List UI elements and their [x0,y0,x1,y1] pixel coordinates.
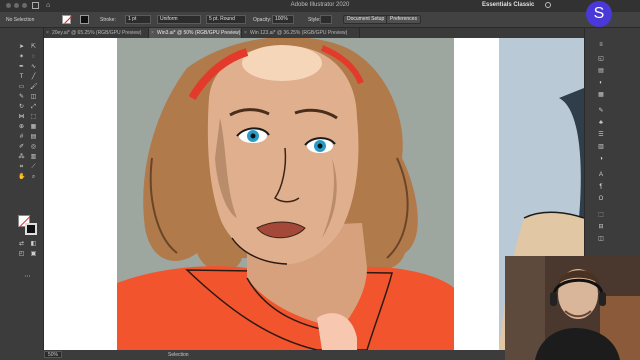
free-transform-tool-icon[interactable]: ⬚ [30,114,37,121]
mesh-tool-icon[interactable]: # [18,134,25,141]
status-mode-label[interactable]: Selection [168,352,189,358]
edit-toolbar-icon[interactable]: ⋯ [24,274,31,281]
opacity-label: Opacity: [253,17,272,23]
tools-panel: ➤ ⇱ ✶ ◌ ✒ ∿ T ╱ ▭ 🖌 ✎ ◫ ↻ ⤢ ⋈ ⬚ ⊕ ▦ # ▤ … [0,28,44,350]
document-tabs: × 20ey.ai* @ 65.25% (RGB/GPU Preview) × Wi… [44,28,584,38]
gradient-tool-icon[interactable]: ▤ [30,134,37,141]
line-tool-icon[interactable]: ╱ [30,74,37,81]
webcam-overlay [505,256,640,360]
lasso-tool-icon[interactable]: ◌ [30,54,37,61]
stroke-swatch[interactable] [80,15,89,24]
zoom-level-field[interactable]: 50% [44,351,63,358]
transform-panel-icon[interactable]: ⬚ [597,212,605,219]
screen-mode-icon[interactable]: ▣ [30,251,37,258]
rectangle-tool-icon[interactable]: ▭ [18,84,25,91]
close-tab-icon[interactable]: × [244,30,247,36]
column-graph-tool-icon[interactable]: ▥ [30,154,37,161]
scale-tool-icon[interactable]: ⤢ [30,104,37,111]
character-panel-icon[interactable]: A [597,172,605,179]
tab-document-3[interactable]: × Win 123.ai* @ 36.25% (RGB/GPU Preview) [242,28,360,38]
user-avatar[interactable]: S [586,1,612,27]
search-icon[interactable] [545,2,551,8]
window-title: Adobe Illustrator 2020 [290,2,350,8]
close-tab-icon[interactable]: × [151,30,154,36]
transparency-panel-icon[interactable]: ◑ [597,156,605,163]
align-panel-icon[interactable]: ⊟ [597,224,605,231]
tab-document-1[interactable]: × 20ey.ai* @ 65.25% (RGB/GPU Preview) [44,28,149,38]
eyedropper-tool-icon[interactable]: ✐ [18,144,25,151]
symbols-panel-icon[interactable]: ♣ [597,120,605,127]
libraries-panel-icon[interactable]: ▤ [597,68,605,75]
shaper-tool-icon[interactable]: ✎ [18,94,25,101]
pathfinder-panel-icon[interactable]: ◫ [597,236,605,243]
curvature-tool-icon[interactable]: ∿ [30,64,37,71]
hand-tool-icon[interactable]: ✋ [18,174,25,181]
preferences-button[interactable]: Preferences [386,15,421,24]
fill-swatch[interactable] [62,15,71,24]
draw-mode-icon[interactable]: ◰ [18,251,25,258]
graphic-style-select[interactable] [320,15,332,24]
brushes-panel-icon[interactable]: ✎ [597,108,605,115]
layers-panel-icon[interactable]: ◱ [597,56,605,63]
perspective-grid-tool-icon[interactable]: ▦ [30,124,37,131]
toolbar-stroke-swatch[interactable] [25,223,37,235]
swap-fill-stroke-icon[interactable]: ⇄ [18,241,25,248]
shape-builder-tool-icon[interactable]: ⊕ [18,124,25,131]
selection-tool-icon[interactable]: ➤ [18,44,25,51]
selection-status: No Selection [6,17,35,23]
portrait-illustration [117,38,454,350]
swatches-panel-icon[interactable]: ▦ [597,92,605,99]
stroke-weight-field[interactable]: 1 pt [125,15,151,24]
canvas-pasteboard[interactable] [44,38,584,350]
pen-tool-icon[interactable]: ✒ [18,64,25,71]
rotate-tool-icon[interactable]: ↻ [18,104,25,111]
artboard[interactable] [117,38,454,350]
opentype-panel-icon[interactable]: O [597,196,605,203]
default-colors-icon[interactable]: ◧ [30,241,37,248]
paintbrush-tool-icon[interactable]: 🖌 [30,84,38,91]
tab-document-2[interactable]: × Win3.ai* @ 50% (RGB/GPU Preview) [149,28,242,38]
symbol-sprayer-tool-icon[interactable]: ⁂ [18,154,25,161]
slice-tool-icon[interactable]: ⟋ [30,164,37,171]
close-tab-icon[interactable]: × [46,30,49,36]
gradient-panel-icon[interactable]: ▥ [597,144,605,151]
title-bar: ⌂ Adobe Illustrator 2020 Essentials Clas… [0,0,640,12]
magic-wand-tool-icon[interactable]: ✶ [18,54,25,61]
opacity-field[interactable]: 100% [272,15,294,24]
webcam-feed [505,256,640,360]
eraser-tool-icon[interactable]: ◫ [30,94,37,101]
brush-definition-select[interactable]: 5 pt. Round [206,15,246,24]
control-bar: No Selection Stroke: 1 pt Uniform 5 pt. … [0,12,640,28]
stroke-panel-icon[interactable]: ☰ [597,132,605,139]
style-label: Style: [308,17,321,23]
illustrator-window: ⌂ Adobe Illustrator 2020 Essentials Clas… [0,0,640,360]
width-tool-icon[interactable]: ⋈ [18,114,25,121]
document-setup-button[interactable]: Document Setup [343,15,389,24]
variable-width-profile-select[interactable]: Uniform [157,15,201,24]
paragraph-panel-icon[interactable]: ¶ [597,184,605,191]
properties-panel-icon[interactable]: ≡ [597,42,605,49]
workspace-switcher[interactable]: Essentials Classic [482,2,534,8]
type-tool-icon[interactable]: T [18,74,25,81]
zoom-tool-icon[interactable]: ⌕ [30,174,37,181]
stroke-label: Stroke: [100,17,116,23]
direct-selection-tool-icon[interactable]: ⇱ [30,44,37,51]
artboard-tool-icon[interactable]: ⌗ [18,164,25,171]
color-panel-icon[interactable]: ◐ [597,80,605,87]
blend-tool-icon[interactable]: ◎ [30,144,37,151]
